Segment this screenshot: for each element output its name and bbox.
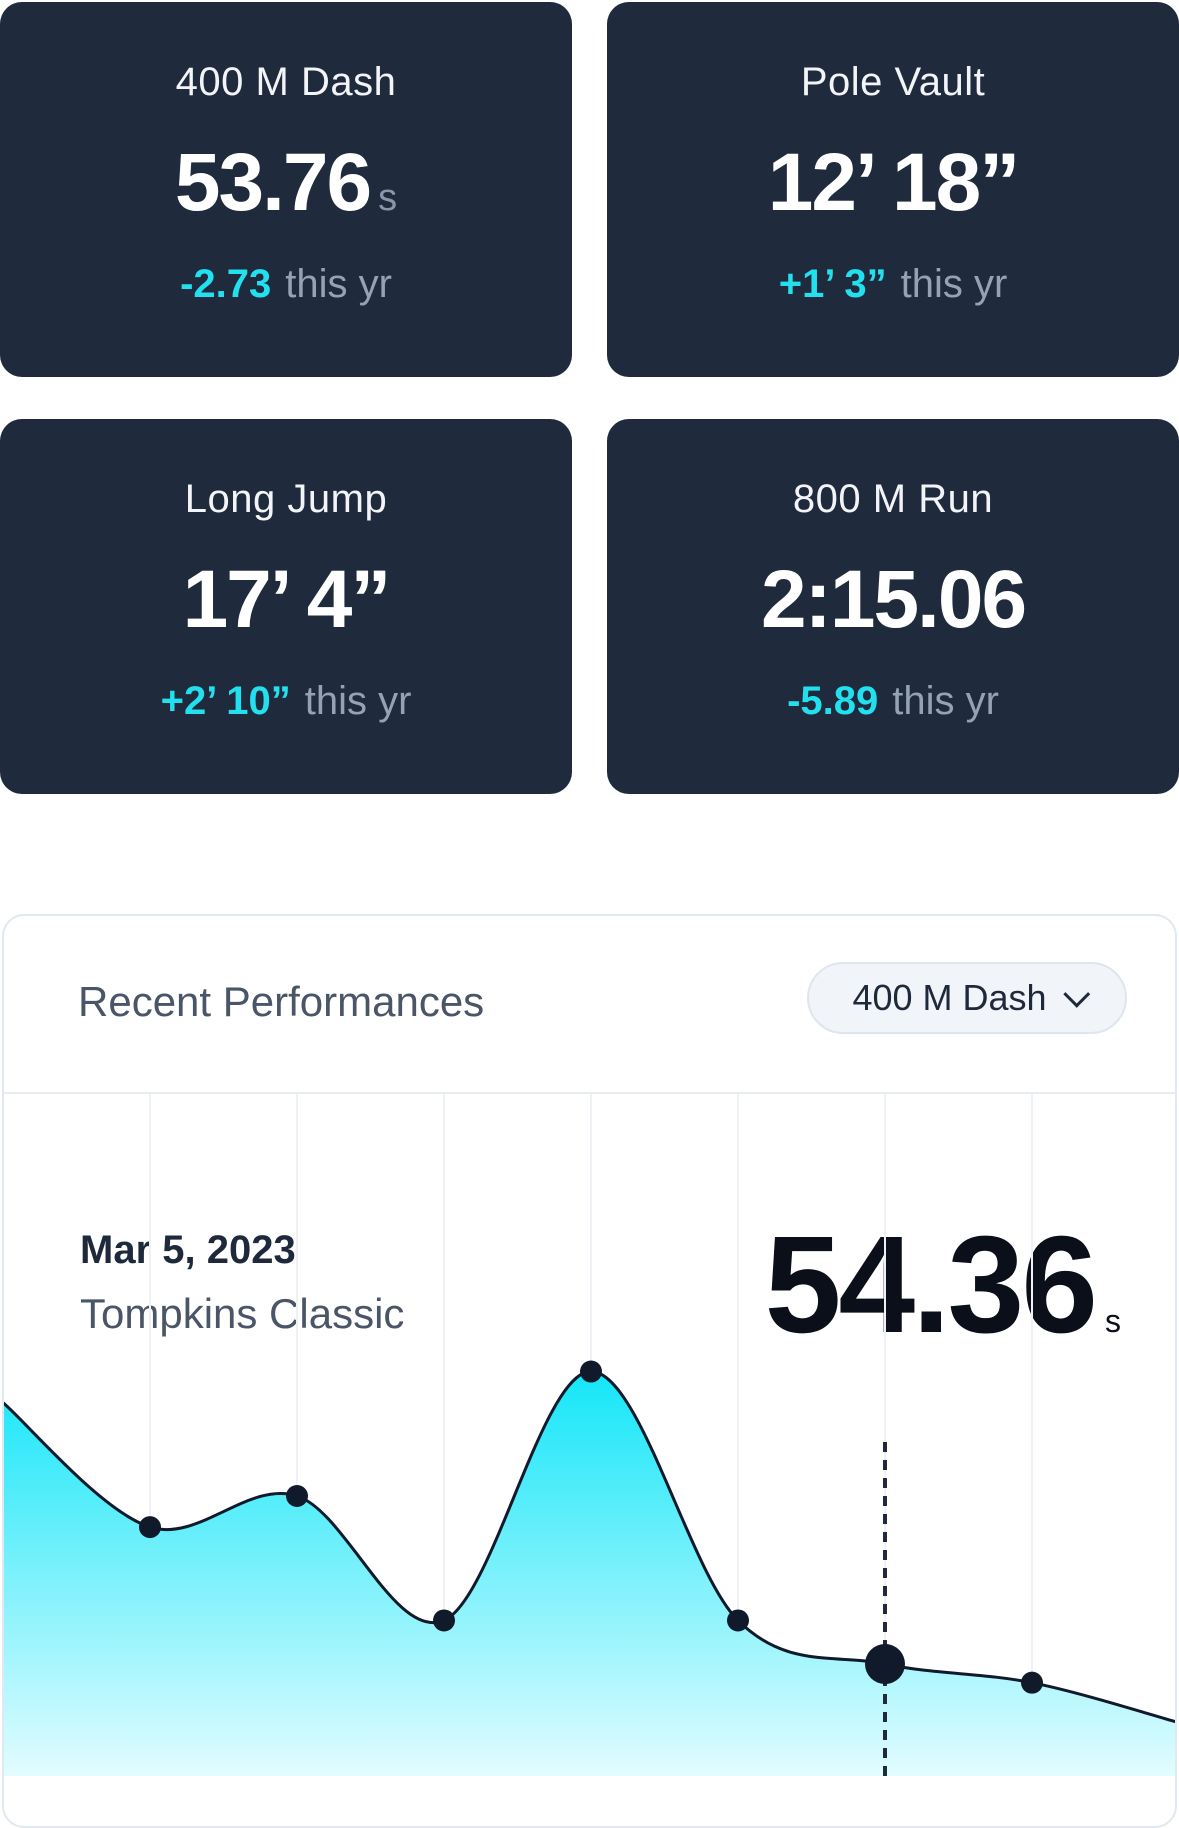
- card-value: 17’ 4”: [182, 554, 392, 645]
- chart-point[interactable]: [1021, 1671, 1043, 1694]
- chart-point[interactable]: [286, 1485, 308, 1507]
- card-change: +2’ 10” this yr: [160, 679, 412, 723]
- performance-chart[interactable]: [4, 916, 1175, 1826]
- card-change: -5.89 this yr: [787, 679, 999, 723]
- chart-selected-point[interactable]: [865, 1644, 905, 1684]
- chart-point[interactable]: [139, 1516, 161, 1539]
- card-title: Pole Vault: [800, 60, 986, 104]
- recent-performances-panel: Recent Performances 400 M Dash Mar 5, 20…: [2, 914, 1177, 1828]
- card-title: 800 M Run: [792, 477, 994, 521]
- card-value: 2:15.06: [760, 554, 1027, 645]
- chart-point[interactable]: [433, 1609, 455, 1632]
- stat-card-long-jump[interactable]: Long Jump 17’ 4” +2’ 10” this yr: [0, 419, 572, 794]
- stat-card-800m[interactable]: 800 M Run 2:15.06 -5.89 this yr: [607, 419, 1179, 794]
- card-value: 12’ 18”: [767, 137, 1020, 228]
- card-change: +1’ 3” this yr: [778, 262, 1008, 306]
- stat-card-400m[interactable]: 400 M Dash 53.76 s -2.73 this yr: [0, 2, 572, 377]
- chart-point[interactable]: [727, 1609, 749, 1632]
- card-value: 53.76 s: [174, 137, 398, 228]
- stat-card-pole-vault[interactable]: Pole Vault 12’ 18” +1’ 3” this yr: [607, 2, 1179, 377]
- card-title: Long Jump: [184, 477, 388, 521]
- chart-point[interactable]: [580, 1360, 602, 1383]
- card-unit: s: [378, 177, 398, 219]
- chart-area: [4, 1371, 1175, 1776]
- card-title: 400 M Dash: [175, 60, 397, 104]
- card-change: -2.73 this yr: [180, 262, 392, 306]
